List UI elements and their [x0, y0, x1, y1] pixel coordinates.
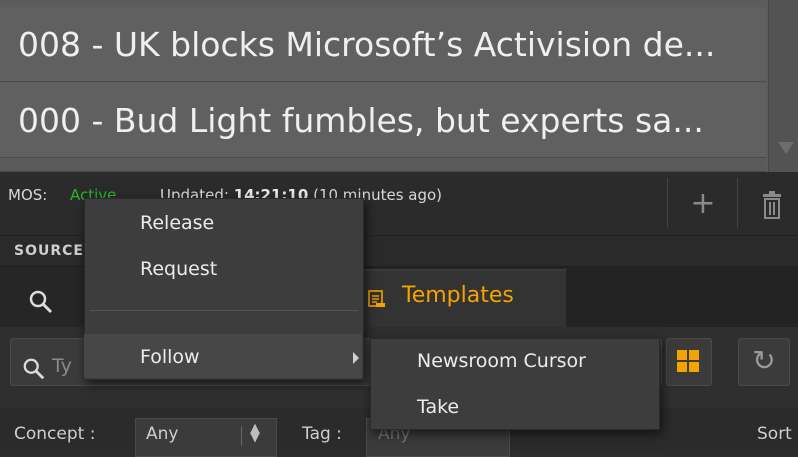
refresh-icon: ↻: [752, 344, 776, 377]
up-down-arrows-icon: ▲ ▼: [250, 421, 260, 445]
menu-item-follow-highlight[interactable]: [84, 334, 362, 378]
rundown-item[interactable]: 008 - UK blocks Microsoft’s Activision d…: [0, 7, 766, 82]
menu-item-release[interactable]: Release: [140, 212, 214, 234]
rundown-item-label: 000 - Bud Light fumbles, but experts sa.…: [18, 101, 704, 140]
trash-icon: [763, 191, 781, 219]
grid-icon: [677, 350, 699, 372]
tag-label: Tag :: [302, 424, 342, 444]
scroll-down-icon[interactable]: [778, 142, 794, 154]
menu-item-request[interactable]: Request: [140, 258, 217, 280]
rundown-item-label: 008 - UK blocks Microsoft’s Activision d…: [18, 25, 716, 64]
add-button[interactable]: +: [683, 186, 723, 222]
menu-separator: [90, 310, 358, 311]
plus-icon: +: [690, 186, 716, 221]
source-title: SOURCE: [14, 243, 84, 259]
toolbar-divider: [667, 178, 668, 228]
rundown-item[interactable]: 000 - Bud Light fumbles, but experts sa.…: [0, 83, 766, 158]
delete-button[interactable]: [757, 188, 787, 224]
search-icon: [22, 357, 46, 385]
rundown-item-partial[interactable]: [0, 159, 766, 172]
menu-item-newsroom-cursor[interactable]: Newsroom Cursor: [417, 350, 586, 372]
sort-label: Sort: [757, 424, 792, 444]
refresh-button[interactable]: ↻: [738, 338, 790, 386]
concept-value: Any: [146, 424, 179, 444]
templates-icon: [367, 289, 387, 309]
toolbar-divider: [737, 178, 738, 228]
tab-templates-label: Templates: [402, 283, 514, 308]
mos-label: MOS:: [8, 186, 48, 204]
search-placeholder: Ty: [52, 355, 72, 377]
chevron-right-icon: [353, 352, 359, 364]
select-divider: [241, 426, 242, 446]
menu-item-take[interactable]: Take: [417, 396, 459, 418]
rundown-list: 008 - UK blocks Microsoft’s Activision d…: [0, 0, 798, 172]
concept-label: Concept :: [14, 424, 96, 444]
search-icon: [28, 289, 54, 319]
menu-item-follow[interactable]: Follow: [140, 346, 200, 368]
